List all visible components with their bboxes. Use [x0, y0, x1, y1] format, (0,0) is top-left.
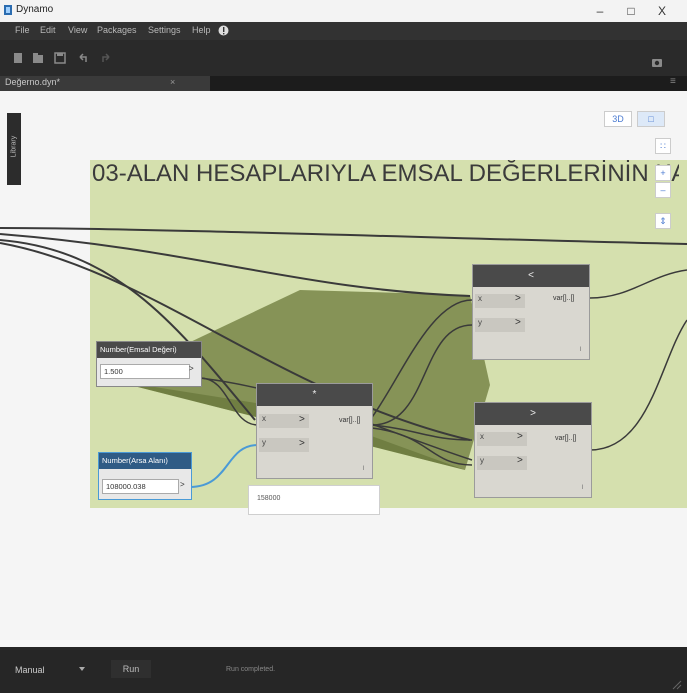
port-arrow: >	[515, 317, 521, 328]
node-preview-bubble[interactable]: 158000	[248, 485, 380, 515]
zoom-extents-button[interactable]: ∷	[655, 138, 671, 154]
port-arrow: >	[299, 414, 305, 425]
group-title[interactable]: 03-ALAN HESAPLARIYLA EMSAL DEĞERLERİNİN …	[92, 160, 679, 188]
title-bar: Dynamo – □ X	[0, 0, 687, 23]
resize-grip-icon[interactable]	[672, 680, 682, 690]
lacing-indicator[interactable]: l	[363, 466, 364, 472]
undo-icon[interactable]	[77, 52, 89, 64]
run-status: Run completed.	[226, 666, 276, 673]
preview-value: 158000	[257, 495, 281, 502]
menu-file[interactable]: File	[15, 25, 30, 35]
multiply-node[interactable]: * x > y > var[]..[] l	[256, 383, 373, 479]
menu-bar: File Edit View Packages Settings Help	[0, 22, 687, 40]
camera-icon[interactable]	[651, 56, 663, 68]
output-port[interactable]: var[]..[]	[555, 435, 576, 442]
library-label: Library	[10, 135, 18, 158]
geometry-view-toggle[interactable]: 3D	[604, 111, 632, 127]
port-arrow: >	[299, 438, 305, 449]
minimize-button[interactable]: –	[589, 2, 611, 20]
port-arrow: >	[517, 431, 523, 442]
maximize-button[interactable]: □	[620, 2, 642, 20]
number-input[interactable]: 108000.038	[102, 479, 179, 494]
tab-workspace[interactable]: Değerno.dyn* ×	[0, 76, 210, 91]
port-arrow: >	[515, 293, 521, 304]
toolbar	[0, 40, 687, 76]
new-file-icon[interactable]	[12, 52, 24, 64]
library-tab[interactable]: Library	[7, 113, 21, 185]
port-arrow: >	[517, 455, 523, 466]
menu-view[interactable]: View	[68, 25, 87, 35]
pan-button[interactable]: ⇕	[655, 213, 671, 229]
notification-icon[interactable]	[218, 25, 229, 36]
run-bar	[0, 647, 687, 693]
menu-settings[interactable]: Settings	[148, 25, 181, 35]
chevron-down-icon[interactable]	[78, 665, 86, 673]
output-port[interactable]: >	[189, 364, 194, 373]
save-icon[interactable]	[54, 52, 66, 64]
window-title: Dynamo	[16, 4, 54, 15]
output-port[interactable]: var[]..[]	[339, 417, 360, 424]
tab-bar: Değerno.dyn* × ≡	[0, 76, 687, 91]
menu-packages[interactable]: Packages	[97, 25, 137, 35]
run-mode-dropdown[interactable]: Manual	[15, 665, 45, 675]
menu-help[interactable]: Help	[192, 25, 211, 35]
node-title: *	[257, 384, 372, 406]
tab-label: Değerno.dyn*	[5, 77, 61, 87]
node-title: <	[473, 265, 589, 287]
less-than-node[interactable]: < x > y > var[]..[] l	[472, 264, 590, 360]
zoom-out-button[interactable]: –	[655, 182, 671, 198]
node-title: Number(Emsal Değeri)	[97, 342, 201, 358]
number-node-arsa[interactable]: Number(Arsa Alanı) 108000.038 >	[98, 452, 192, 500]
number-node-emsal[interactable]: Number(Emsal Değeri) 1.500 >	[96, 341, 202, 387]
greater-than-node[interactable]: > x > y > var[]..[] l	[474, 402, 592, 498]
node-title: >	[475, 403, 591, 425]
run-button[interactable]: Run	[111, 660, 151, 678]
open-file-icon[interactable]	[32, 52, 44, 64]
tab-menu-icon[interactable]: ≡	[670, 76, 676, 87]
tab-close-button[interactable]: ×	[170, 77, 175, 87]
close-button[interactable]: X	[651, 2, 673, 20]
redo-icon[interactable]	[100, 52, 112, 64]
zoom-in-button[interactable]: +	[655, 165, 671, 181]
lacing-indicator[interactable]: l	[582, 485, 583, 491]
output-port[interactable]: >	[180, 480, 185, 489]
menu-edit[interactable]: Edit	[40, 25, 56, 35]
graph-view-toggle[interactable]: □	[637, 111, 665, 127]
number-input[interactable]: 1.500	[100, 364, 190, 379]
dynamo-logo-icon	[4, 5, 12, 15]
output-port[interactable]: var[]..[]	[553, 295, 574, 302]
node-title: Number(Arsa Alanı)	[99, 453, 191, 469]
lacing-indicator[interactable]: l	[580, 347, 581, 353]
